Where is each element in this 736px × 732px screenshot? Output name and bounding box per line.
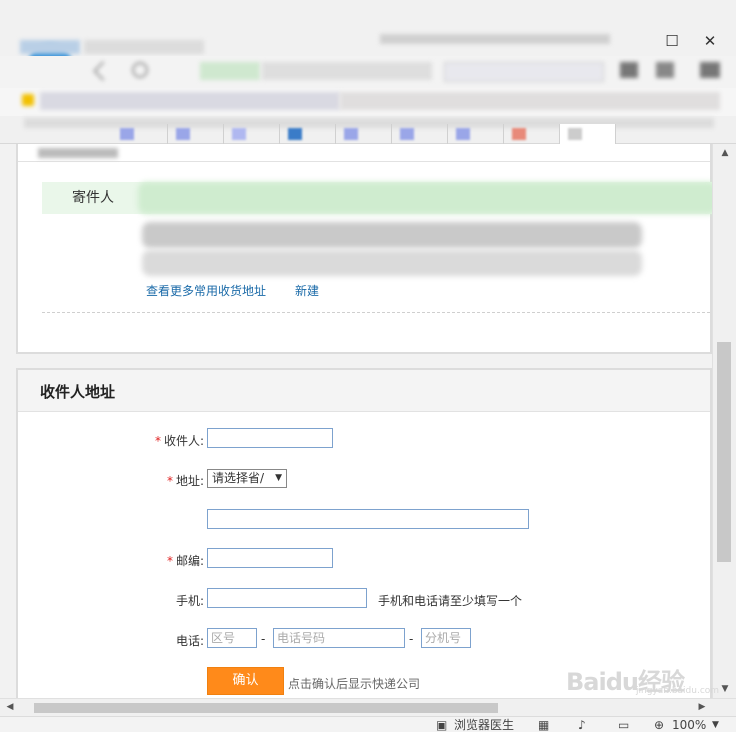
sender-address-panel: 寄件人 查看更多常用收货地址 新建 [16,144,712,354]
horizontal-scroll-thumb[interactable] [34,703,498,713]
browser-tab[interactable] [280,124,336,144]
favorites-bar [0,88,736,116]
postcode-label: * 邮编: [134,552,204,569]
browser-tab[interactable] [392,124,448,144]
close-window-button[interactable]: ✕ [698,30,722,52]
required-mark: * [166,474,173,488]
speaker-icon[interactable]: ♪ [578,718,586,732]
dashed-divider [42,312,710,313]
status-bar: ▣ 浏览器医生 ▦ ♪ ▭ ⊕ 100% ▼ [0,716,736,732]
address-label-text: 地址: [175,474,204,488]
toolbar-icon[interactable] [656,62,674,78]
favorites-star-icon[interactable] [22,94,34,106]
menu-icon[interactable] [700,62,720,78]
redacted-sender-info [142,250,642,276]
toolbar-icon[interactable] [620,62,638,78]
browser-doctor-label[interactable]: 浏览器医生 [454,718,514,732]
mobile-hint: 手机和电话请至少填写一个 [378,594,523,608]
phone-separator: - [409,632,414,646]
chevron-down-icon[interactable]: ▼ [712,718,719,732]
refresh-icon[interactable] [132,62,148,78]
page-content: 寄件人 查看更多常用收货地址 新建 收件人地址 * 收件人: * 地址: 请选择省/… [0,144,712,698]
recipient-label-text: 收件人: [163,434,204,448]
phone-label: 电话: [175,634,204,648]
baidu-watermark: Baidu经验 jingyan.baidu.com [566,650,720,696]
required-mark: * [166,554,173,568]
sender-label: 寄件人 [72,190,114,206]
province-select[interactable]: 请选择省/ ▼ [207,469,287,488]
area-code-input[interactable] [207,628,257,648]
new-address-link[interactable]: 新建 [295,282,319,299]
redacted-favorites-block [40,92,340,110]
scroll-up-icon[interactable]: ▲ [713,148,736,158]
redacted-panel-title [38,148,118,158]
mobile-label: 手机: [175,594,204,608]
recipient-input[interactable] [207,428,333,448]
province-select-value: 请选择省/ [212,471,265,485]
phone-separator: - [261,632,266,646]
title-bar: ☐ ✕ [0,0,736,84]
mobile-input[interactable] [207,588,367,608]
vertical-scroll-thumb[interactable] [717,342,731,562]
recipient-panel-title: 收件人地址 [40,383,116,401]
browser-tab[interactable] [448,124,504,144]
browser-tab[interactable] [112,124,168,144]
recipient-panel-header: 收件人地址 [18,370,710,412]
phone-number-input[interactable] [273,628,405,648]
address-detail-input[interactable] [207,509,529,529]
horizontal-scrollbar[interactable]: ◀ ▶ [0,698,736,716]
recipient-address-panel: 收件人地址 * 收件人: * 地址: 请选择省/ ▼ * 邮编: 手机: 手机和电话请… [16,368,712,698]
more-addresses-link[interactable]: 查看更多常用收货地址 [146,282,266,299]
address-bar[interactable] [0,56,736,88]
browser-tab[interactable] [336,124,392,144]
confirm-hint: 点击确认后显示快递公司 [288,677,421,691]
redacted-favorites-block [340,92,720,110]
sender-panel-header [18,144,710,162]
address-label: * 地址: [134,472,204,489]
browser-tab[interactable] [224,124,280,144]
scroll-right-icon[interactable]: ▶ [694,702,710,712]
extension-input[interactable] [421,628,471,648]
redacted-sender-info [142,222,642,248]
screenshot-icon[interactable]: ▦ [538,718,549,732]
chevron-down-icon: ▼ [275,473,282,483]
doctor-icon[interactable]: ▣ [436,718,447,732]
redacted-title-block [20,40,80,54]
back-icon[interactable] [93,61,113,81]
restore-window-button[interactable]: ☐ [660,30,684,52]
redacted-title-block [380,34,610,44]
window-icon[interactable]: ▭ [618,718,629,732]
postcode-label-text: 邮编: [175,554,204,568]
redacted-url-block [262,62,432,80]
browser-tab[interactable] [504,124,560,144]
confirm-button[interactable]: 确认 [207,667,284,695]
zoom-level[interactable]: 100% [672,718,706,732]
browser-tab[interactable] [168,124,224,144]
redacted-title-block [84,40,204,54]
recipient-label: * 收件人: [134,432,204,449]
redacted-url-block [200,62,260,80]
redacted-sender-info [138,182,712,214]
postcode-input[interactable] [207,548,333,568]
required-mark: * [154,434,161,448]
zoom-icon[interactable]: ⊕ [654,718,664,732]
search-box[interactable] [444,62,604,82]
watermark-subtext: jingyan.baidu.com [636,686,720,696]
vertical-scrollbar[interactable]: ▲ ▼ [712,144,736,698]
browser-tab-active[interactable] [560,124,616,144]
scroll-left-icon[interactable]: ◀ [2,702,18,712]
